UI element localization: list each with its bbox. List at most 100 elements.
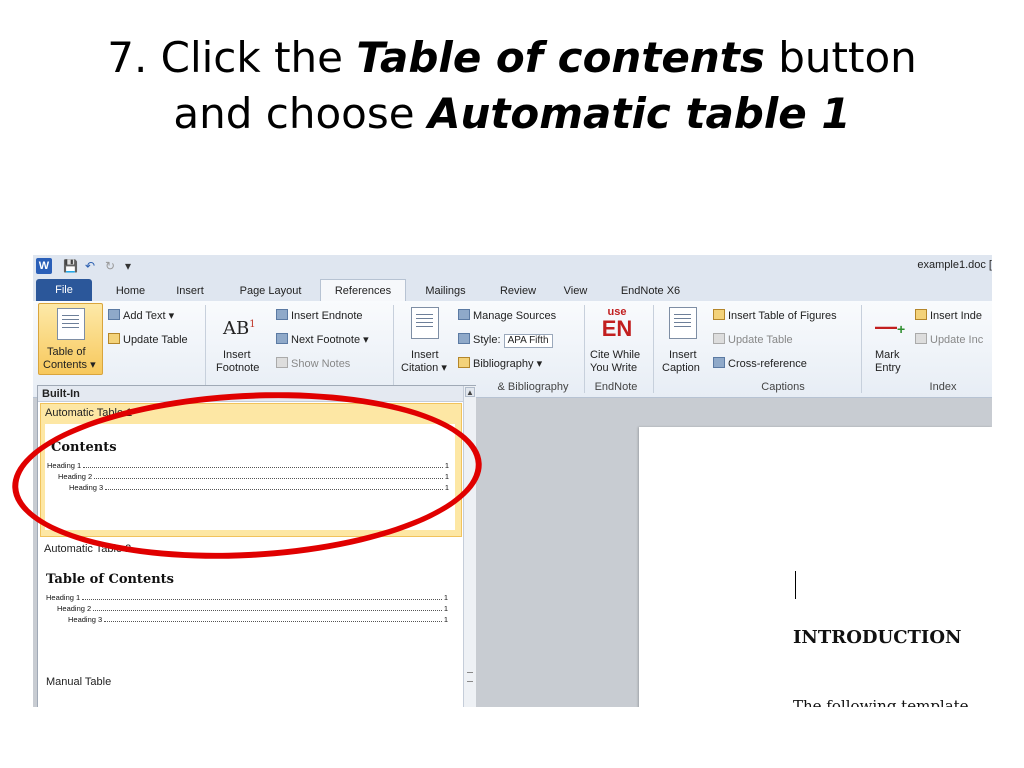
title-emphasis-automatic: Automatic table 1 bbox=[427, 89, 851, 138]
insert-table-of-figures-button[interactable]: Insert Table of Figures bbox=[713, 309, 837, 323]
customize-icon[interactable]: ▾ bbox=[125, 258, 131, 274]
insert-caption-label-2[interactable]: Caption bbox=[662, 362, 700, 375]
tab-home[interactable]: Home bbox=[108, 281, 153, 301]
document-heading: INTRODUCTION bbox=[793, 627, 962, 648]
preview-page-number: 1 bbox=[443, 593, 448, 602]
mark-entry-label-2[interactable]: Entry bbox=[875, 362, 901, 375]
table-of-figures-label: Insert Table of Figures bbox=[728, 310, 837, 322]
insert-footnote-label-1[interactable]: Insert bbox=[223, 349, 251, 362]
window-title: example1.doc [ bbox=[917, 259, 992, 271]
preview-leader-dots bbox=[82, 593, 442, 600]
mark-entry-label-1[interactable]: Mark bbox=[875, 349, 899, 362]
toc-icon bbox=[57, 308, 85, 340]
mark-entry-icon: —+ bbox=[875, 314, 906, 339]
insert-endnote-button[interactable]: Insert Endnote bbox=[276, 309, 363, 323]
style-icon bbox=[458, 333, 470, 344]
next-footnote-button[interactable]: Next Footnote ▾ bbox=[276, 333, 369, 347]
update-table-figures-label: Update Table bbox=[728, 334, 793, 346]
preview-page-number: 1 bbox=[443, 604, 448, 613]
gallery-item-manual-table[interactable]: Manual Table bbox=[46, 676, 111, 688]
insert-footnote-icon: AB1 bbox=[223, 315, 256, 339]
cite-while-label-2[interactable]: You Write bbox=[590, 362, 637, 375]
toc-label-1: Table of bbox=[47, 346, 86, 358]
group-separator bbox=[584, 305, 585, 393]
preview-line: Heading 3 1 bbox=[68, 615, 448, 625]
scroll-up-icon[interactable]: ▲ bbox=[465, 387, 475, 397]
insert-endnote-label: Insert Endnote bbox=[291, 310, 363, 322]
tab-references[interactable]: References bbox=[320, 279, 406, 302]
cross-reference-label: Cross-reference bbox=[728, 358, 807, 370]
bibliography-button[interactable]: Bibliography ▾ bbox=[458, 357, 542, 371]
style-label: Style: bbox=[473, 334, 501, 346]
update-index-button[interactable]: Update Inc bbox=[915, 333, 983, 347]
update-table-icon bbox=[108, 333, 120, 344]
insert-footnote-label-2[interactable]: Footnote bbox=[216, 362, 259, 375]
group-label-index: Index bbox=[929, 381, 957, 393]
title-text: button bbox=[764, 33, 917, 82]
update-table-figures-button[interactable]: Update Table bbox=[713, 333, 793, 347]
tab-view[interactable]: View bbox=[558, 281, 593, 301]
style-value[interactable]: APA Fifth bbox=[503, 334, 553, 348]
document-body-text: The following template bbox=[793, 697, 969, 707]
undo-icon[interactable]: ↶ bbox=[85, 258, 95, 274]
word-logo-icon: W bbox=[36, 258, 52, 274]
text-cursor bbox=[795, 571, 796, 599]
table-of-figures-icon bbox=[713, 309, 725, 320]
group-label-captions: Captions bbox=[761, 381, 805, 393]
slide-title: 7. Click the Table of contents button an… bbox=[0, 30, 1024, 142]
show-notes-label: Show Notes bbox=[291, 358, 351, 370]
update-index-label: Update Inc bbox=[930, 334, 984, 346]
cross-reference-button[interactable]: Cross-reference bbox=[713, 357, 807, 371]
tab-page-layout[interactable]: Page Layout bbox=[233, 281, 308, 301]
tab-insert[interactable]: Insert bbox=[170, 281, 210, 301]
title-emphasis-toc: Table of contents bbox=[356, 33, 765, 82]
tab-mailings[interactable]: Mailings bbox=[418, 281, 473, 301]
insert-index-button[interactable]: Insert Inde bbox=[915, 309, 982, 323]
style-select[interactable]: Style: APA Fifth bbox=[458, 333, 553, 348]
preview-line-label: Heading 3 bbox=[68, 615, 103, 624]
scroll-grip-icon[interactable] bbox=[467, 672, 473, 682]
insert-citation-label-2[interactable]: Citation ▾ bbox=[401, 362, 447, 375]
bibliography-label: Bibliography ▾ bbox=[473, 358, 543, 370]
preview-line: Heading 2 1 bbox=[57, 604, 448, 614]
preview-page-number: 1 bbox=[443, 615, 448, 624]
redo-icon[interactable]: ↻ bbox=[105, 258, 115, 274]
group-separator bbox=[205, 305, 206, 393]
endnote-en: EN bbox=[601, 316, 633, 341]
insert-citation-icon bbox=[411, 307, 439, 339]
group-label-bibliography: & Bibliography bbox=[497, 381, 569, 393]
insert-caption-label-1[interactable]: Insert bbox=[669, 349, 697, 362]
save-icon[interactable]: 💾 bbox=[63, 258, 78, 274]
tab-file[interactable]: File bbox=[36, 279, 92, 301]
next-footnote-icon bbox=[276, 333, 288, 344]
title-line-1: 7. Click the Table of contents button bbox=[0, 30, 1024, 86]
manage-sources-button[interactable]: Manage Sources bbox=[458, 309, 556, 323]
manage-sources-label: Manage Sources bbox=[473, 310, 557, 322]
table-of-contents-button[interactable]: Table of Contents ▾ bbox=[38, 303, 103, 375]
endnote-logo-icon: use EN bbox=[600, 307, 634, 343]
add-text-button[interactable]: Add Text ▾ bbox=[108, 309, 174, 323]
preview-leader-dots bbox=[93, 604, 442, 611]
toc-label-2: Contents ▾ bbox=[43, 359, 96, 371]
show-notes-button[interactable]: Show Notes bbox=[276, 357, 350, 371]
ribbon-tabs: File Home Insert Page Layout References … bbox=[33, 277, 992, 302]
next-footnote-label: Next Footnote ▾ bbox=[291, 334, 369, 346]
insert-citation-label-1[interactable]: Insert bbox=[411, 349, 439, 362]
tab-endnote[interactable]: EndNote X6 bbox=[613, 281, 688, 301]
insert-endnote-icon bbox=[276, 309, 288, 320]
document-page[interactable]: INTRODUCTION The following template bbox=[639, 427, 992, 707]
group-separator bbox=[861, 305, 862, 393]
preview-line-label: Heading 1 bbox=[46, 593, 81, 602]
title-text: 7. Click the bbox=[107, 33, 357, 82]
insert-index-label: Insert Inde bbox=[930, 310, 982, 322]
ab-label: AB bbox=[223, 318, 250, 339]
preview-line: Heading 1 1 bbox=[46, 593, 448, 603]
tab-review[interactable]: Review bbox=[493, 281, 543, 301]
update-table-button[interactable]: Update Table bbox=[108, 333, 188, 347]
toc-preview: Table of Contents Heading 11 Heading 21 … bbox=[40, 560, 456, 664]
bibliography-icon bbox=[458, 357, 470, 368]
cite-while-label-1[interactable]: Cite While bbox=[590, 349, 640, 362]
insert-caption-icon bbox=[669, 307, 697, 339]
ribbon-references: Table of Contents ▾ Add Text ▾ Update Ta… bbox=[33, 301, 992, 398]
update-table-label: Update Table bbox=[123, 334, 188, 346]
